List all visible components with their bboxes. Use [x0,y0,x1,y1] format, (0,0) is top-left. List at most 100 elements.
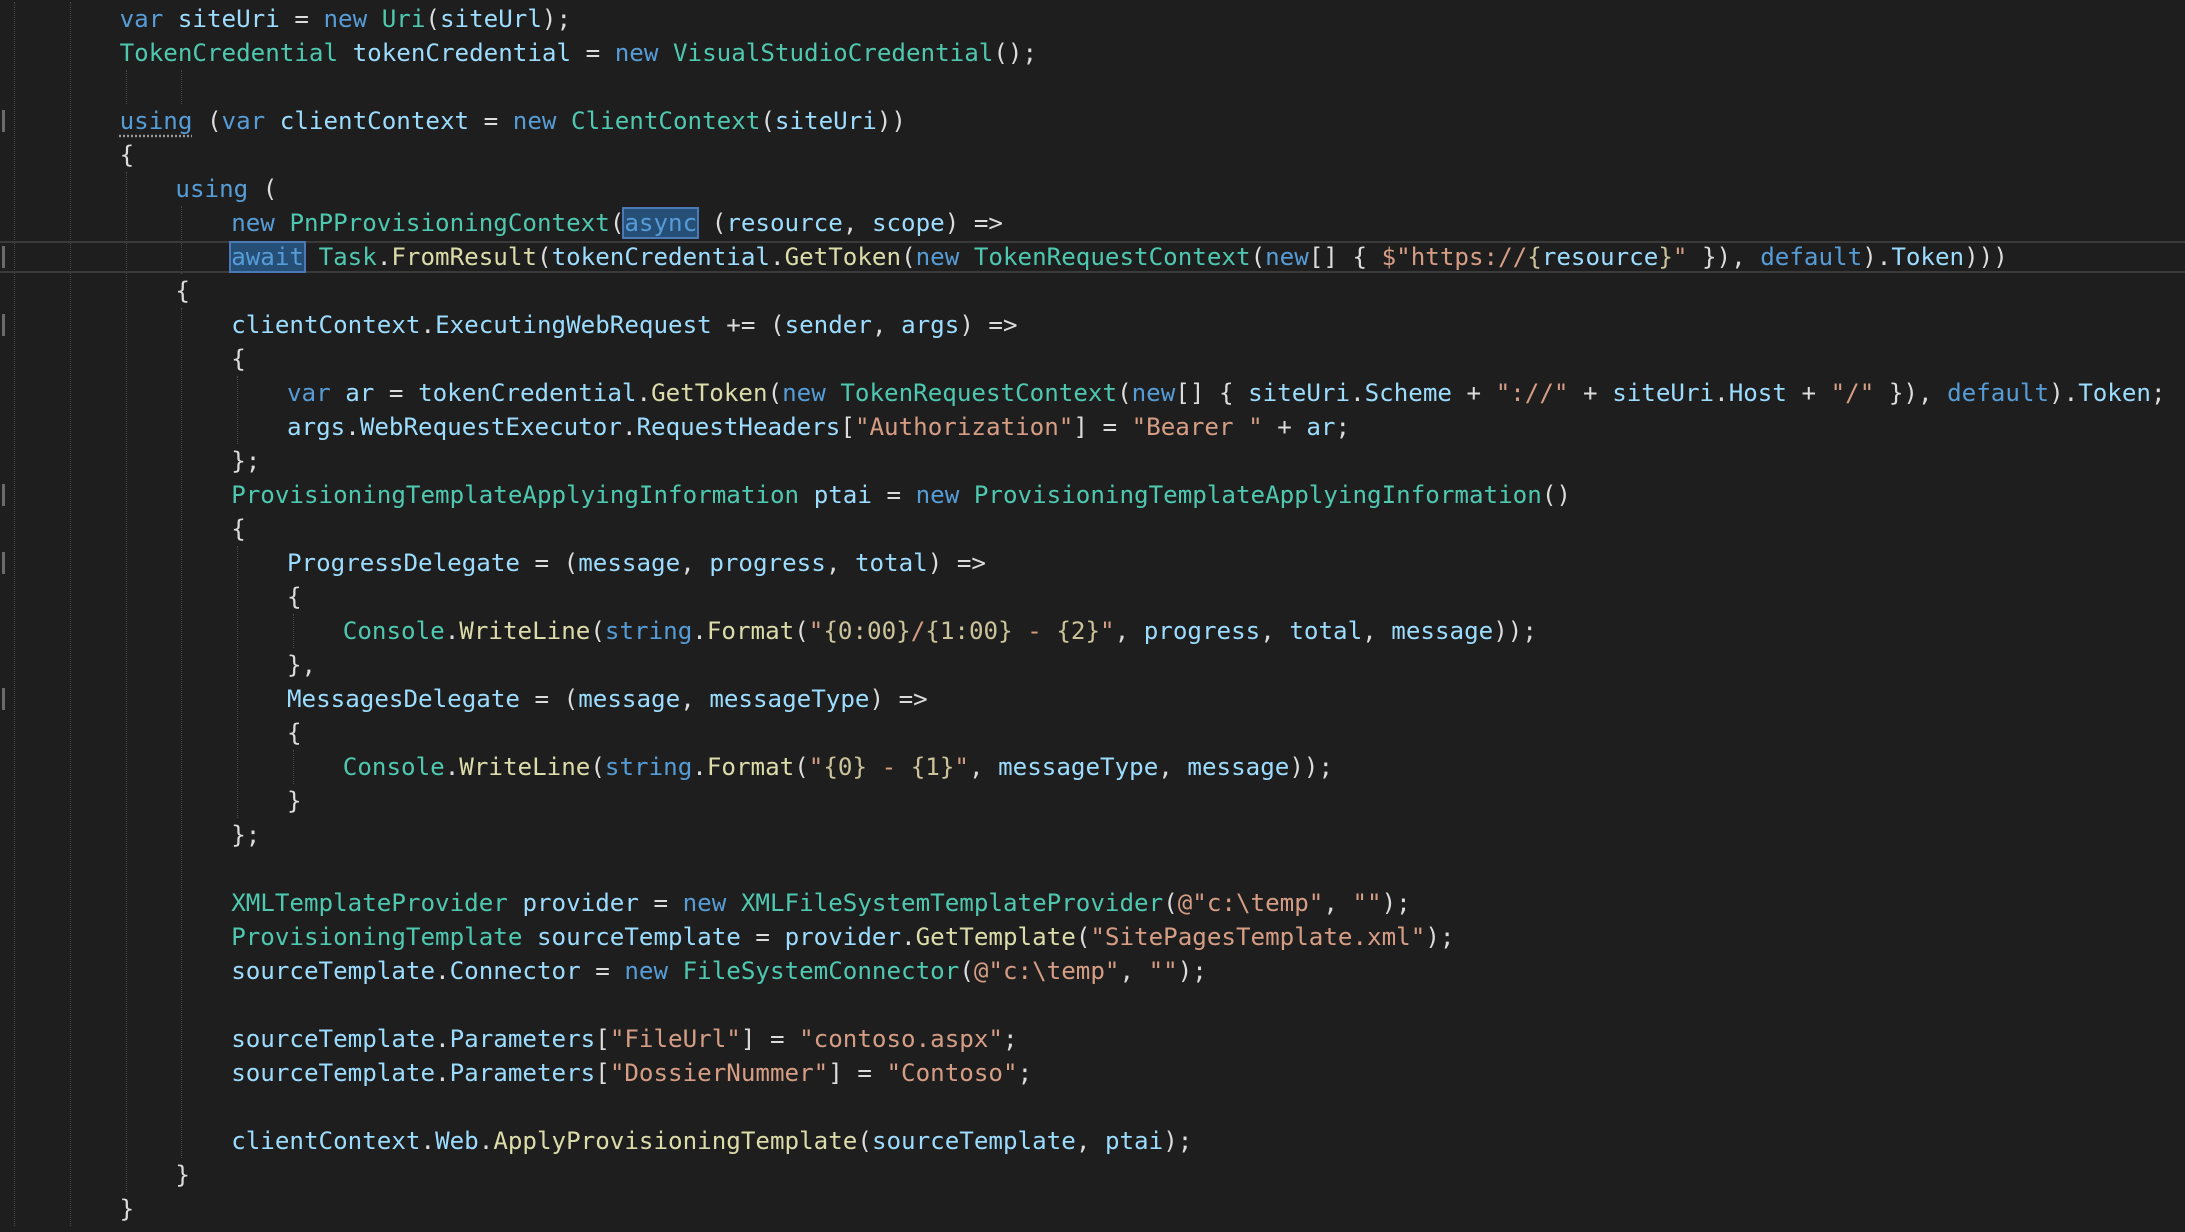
code-token: . [444,617,460,645]
code-line[interactable]: { [287,580,302,614]
code-line[interactable]: sourceTemplate.Parameters["DossierNummer… [231,1056,1032,1090]
code-line[interactable]: } [175,1158,190,1192]
code-token: , [1323,889,1353,917]
code-line[interactable]: ProgressDelegate = (message, progress, t… [287,546,986,580]
code-line[interactable]: { [231,342,246,376]
code-token: GetToken [784,243,902,271]
code-token: MessagesDelegate [287,685,520,713]
code-token: siteUrl [439,5,542,33]
code-line[interactable]: using ( [175,172,277,206]
code-line[interactable]: } [287,784,302,818]
code-line[interactable]: sourceTemplate.Parameters["FileUrl"] = "… [231,1022,1017,1056]
code-line[interactable]: XMLTemplateProvider provider = new XMLFi… [231,886,1411,920]
code-line[interactable]: clientContext.Web.ApplyProvisioningTempl… [231,1124,1192,1158]
code-token: + [1568,379,1613,407]
code-line[interactable]: } [120,1192,135,1226]
code-token: $"https:// [1381,243,1528,271]
code-token: . [376,243,392,271]
code-token: ( [1117,379,1132,407]
code-token: sourceTemplate [871,1127,1076,1155]
code-token: + [1452,379,1496,407]
code-line[interactable]: await Task.FromResult(tokenCredential.Ge… [229,240,2008,274]
code-token: , [680,685,710,713]
code-token: siteUri [774,107,877,135]
code-token: ApplyProvisioningTemplate [493,1127,858,1155]
code-token: , [871,311,902,339]
code-token: ] = [1073,413,1132,441]
code-token: ); [1425,923,1455,951]
code-token: ). [2049,379,2079,407]
code-line[interactable]: using (var clientContext = new ClientCon… [120,104,906,138]
code-token: messageType [998,753,1159,781]
code-token: sourceTemplate [231,1025,436,1053]
gutter-marker [2,314,5,336]
code-line[interactable]: var siteUri = new Uri(siteUrl); [120,2,571,36]
code-token: provider [784,923,902,951]
code-token: Task [318,243,377,271]
code-line[interactable]: { [120,138,135,172]
code-token: ( [901,243,916,271]
code-token: ( [609,209,625,237]
code-token: new [512,107,557,135]
code-line[interactable]: args.WebRequestExecutor.RequestHeaders["… [287,410,1350,444]
code-line[interactable]: }, [287,648,316,682]
code-token: ( [192,107,222,135]
code-line[interactable]: sourceTemplate.Connector = new FileSyste… [231,954,1207,988]
code-token: . [636,379,652,407]
code-line[interactable]: MessagesDelegate = (message, messageType… [287,682,928,716]
code-token: }), [1687,243,1761,271]
code-token: . [420,311,436,339]
code-token: ); [1163,1127,1193,1155]
code-line[interactable]: { [231,512,246,546]
code-token: "Authorization" [854,413,1074,441]
code-token: WriteLine [459,617,591,645]
code-token: = [871,481,916,509]
code-token: ptai [813,481,872,509]
code-token: + [1786,379,1831,407]
code-token: ; [1017,1059,1033,1087]
code-token: WebRequestExecutor [359,413,622,441]
code-line[interactable]: TokenCredential tokenCredential = new Vi… [120,36,1037,70]
code-token: Web [435,1127,479,1155]
code-token: Connector [449,957,581,985]
indent-guide [237,376,239,444]
code-token: PnPProvisioningContext [289,209,610,237]
code-token: new [682,889,727,917]
code-token: ) => [927,549,986,577]
code-token: using [175,175,249,203]
code-token: . [770,243,785,271]
code-line[interactable]: Console.WriteLine(string.Format("{0:00}/… [343,614,1537,648]
code-line[interactable]: { [175,274,190,308]
code-line[interactable]: new PnPProvisioningContext(async (resour… [231,206,1003,240]
code-token: XMLTemplateProvider [231,889,508,917]
code-line[interactable]: { [287,716,302,750]
code-token: ( [1075,923,1091,951]
code-line[interactable]: }; [231,818,260,852]
code-token: @"c:\temp" [973,957,1120,985]
code-token: ar [345,379,375,407]
code-token: . [1350,379,1365,407]
code-token: new [782,379,826,407]
code-token: ( [537,243,552,271]
code-token: , [1114,617,1144,645]
code-line[interactable]: ProvisioningTemplateApplyingInformation … [231,478,1571,512]
code-token: Uri [381,5,426,33]
code-line[interactable]: ProvisioningTemplate sourceTemplate = pr… [231,920,1454,954]
code-token: using [119,107,193,135]
code-token: "" [1352,889,1382,917]
code-line[interactable]: Console.WriteLine(string.Format("{0} - {… [343,750,1333,784]
gutter-marker [2,552,5,574]
code-token: (); [993,39,1038,67]
code-line[interactable]: var ar = tokenCredential.GetToken(new To… [287,376,2166,410]
highlighted-keyword: async [622,207,700,239]
code-line[interactable]: clientContext.ExecutingWebRequest += (se… [231,308,1017,342]
code-token: message [578,549,681,577]
code-token: sourceTemplate [231,1059,436,1087]
code-line[interactable]: }; [231,444,260,478]
code-editor[interactable]: var siteUri = new Uri(siteUrl); TokenCred… [0,0,2185,1232]
code-token: "Bearer " [1131,413,1263,441]
code-token: FileSystemConnector [682,957,960,985]
